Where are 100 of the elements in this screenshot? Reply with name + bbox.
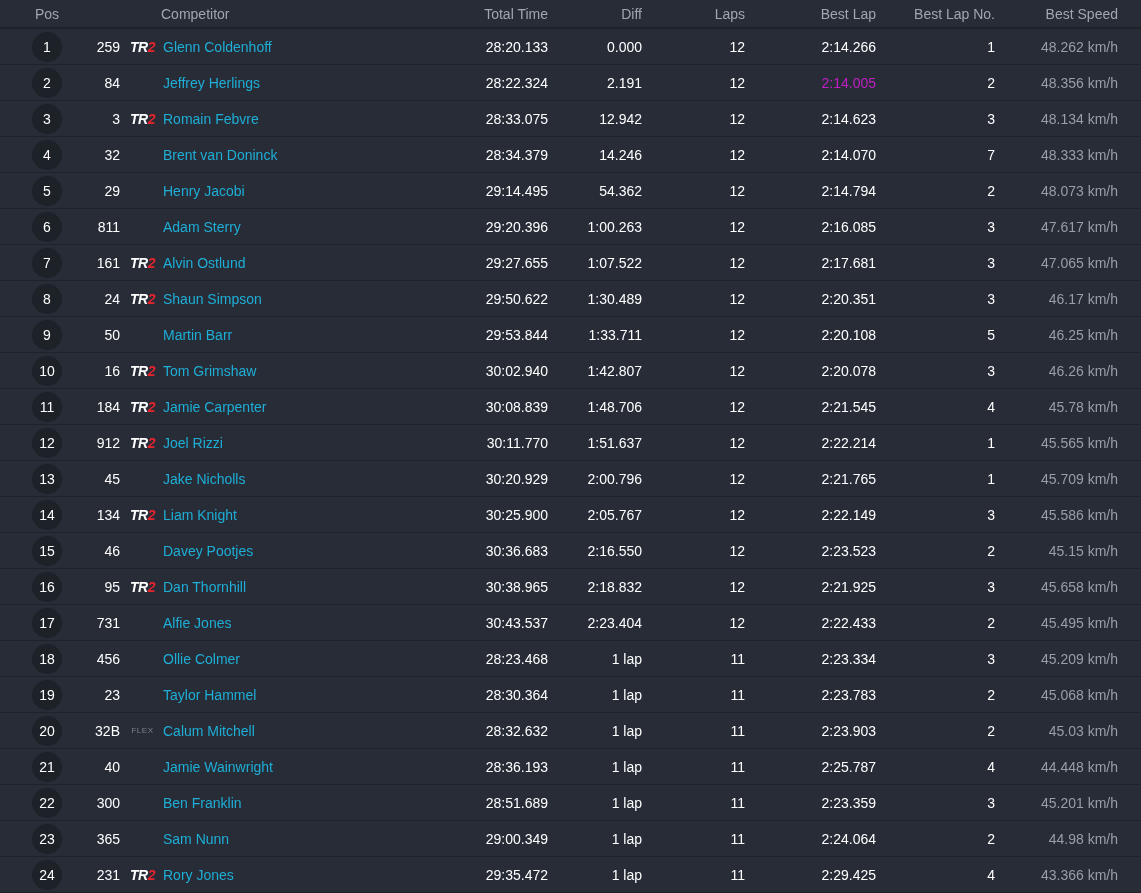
table-cell: 2:23.903 <box>821 722 876 739</box>
table-cell: 12 <box>729 146 745 163</box>
competitor-link[interactable]: Jamie Wainwright <box>163 758 273 775</box>
rider-number: 811 <box>97 218 120 235</box>
rider-number: 912 <box>96 434 120 451</box>
rider-number: 32B <box>95 722 120 739</box>
table-cell: 46.26 km/h <box>1048 362 1118 379</box>
table-cell: 12 <box>729 470 745 487</box>
table-cell: 1 <box>987 38 995 55</box>
column-header: Diff <box>621 5 642 22</box>
position-badge: 16 <box>32 571 62 602</box>
position-badge: 10 <box>32 355 62 386</box>
competitor-link[interactable]: Joel Rizzi <box>163 434 223 451</box>
table-cell: 1:51.637 <box>587 434 642 451</box>
table-cell: 4 <box>987 398 995 415</box>
table-cell: 3 <box>987 794 995 811</box>
class-tag: FLEX <box>131 726 154 735</box>
table-cell: 2:20.108 <box>821 326 876 343</box>
table-cell: 44.98 km/h <box>1048 830 1118 847</box>
class-logo: TR2 <box>130 578 155 595</box>
competitor-link[interactable]: Martin Barr <box>163 326 233 343</box>
table-cell: 2:14.794 <box>821 182 876 199</box>
position-badge: 6 <box>32 211 62 242</box>
competitor-link[interactable]: Adam Sterry <box>163 218 241 235</box>
table-cell: 29:53.844 <box>485 326 548 343</box>
competitor-link[interactable]: Rory Jones <box>163 866 234 883</box>
position-badge: 1 <box>32 31 62 62</box>
position-badge: 20 <box>32 715 62 746</box>
competitor-link[interactable]: Brent van Doninck <box>163 146 278 163</box>
rider-number: 161 <box>96 254 120 271</box>
competitor-link[interactable]: Ollie Colmer <box>163 650 240 667</box>
competitor-link[interactable]: Ben Franklin <box>163 794 242 811</box>
competitor-link[interactable]: Jake Nicholls <box>163 470 246 487</box>
competitor-link[interactable]: Liam Knight <box>163 506 237 523</box>
table-cell: 1 lap <box>611 722 642 739</box>
table-cell: 2:23.783 <box>821 686 876 703</box>
competitor-link[interactable]: Sam Nunn <box>163 830 230 847</box>
table-cell: 2:20.078 <box>821 362 876 379</box>
table-cell: 47.617 km/h <box>1040 218 1118 235</box>
table-cell: 3 <box>987 110 995 127</box>
table-cell: 30:38.965 <box>485 578 548 595</box>
table-cell: 2:21.925 <box>821 578 876 595</box>
position-badge: 2 <box>32 67 62 98</box>
table-cell: 12 <box>729 614 745 631</box>
rider-number: 32 <box>104 146 120 163</box>
rider-number: 259 <box>96 38 120 55</box>
rider-number: 731 <box>96 614 120 631</box>
rider-number: 45 <box>104 470 120 487</box>
competitor-link[interactable]: Henry Jacobi <box>163 182 245 199</box>
table-cell: 1 lap <box>611 866 642 883</box>
table-cell: 30:08.839 <box>485 398 548 415</box>
table-cell: 2:14.266 <box>821 38 876 55</box>
rider-number: 231 <box>96 866 120 883</box>
table-cell: 11 <box>730 722 745 739</box>
table-cell: 2:14.070 <box>821 146 876 163</box>
table-cell: 2 <box>987 542 995 559</box>
position-badge: 21 <box>32 751 62 782</box>
rider-number: 95 <box>104 578 120 595</box>
table-cell: 1:30.489 <box>587 290 642 307</box>
table-cell: 48.333 km/h <box>1040 146 1118 163</box>
competitor-link[interactable]: Davey Pootjes <box>163 542 254 559</box>
competitor-link[interactable]: Taylor Hammel <box>163 686 257 703</box>
table-cell: 3 <box>987 290 995 307</box>
competitor-link[interactable]: Calum Mitchell <box>163 722 255 739</box>
competitor-link[interactable]: Alfie Jones <box>163 614 232 631</box>
class-logo: TR2 <box>130 254 155 271</box>
table-cell: 43.366 km/h <box>1040 866 1118 883</box>
rider-number: 300 <box>96 794 120 811</box>
rider-number: 3 <box>112 110 120 127</box>
table-cell: 2:16.085 <box>821 218 876 235</box>
table-cell: 2:05.767 <box>587 506 642 523</box>
table-cell: 28:30.364 <box>485 686 548 703</box>
table-cell: 2:23.523 <box>821 542 876 559</box>
competitor-link[interactable]: Glenn Coldenhoff <box>163 38 272 55</box>
competitor-link[interactable]: Alvin Ostlund <box>163 254 246 271</box>
rider-number: 16 <box>104 362 120 379</box>
table-cell: 45.495 km/h <box>1040 614 1118 631</box>
table-cell: 0.000 <box>606 38 642 55</box>
competitor-link[interactable]: Dan Thornhill <box>163 578 246 595</box>
class-logo: TR2 <box>130 866 155 883</box>
table-cell: 1 <box>987 470 995 487</box>
position-badge: 24 <box>32 859 62 890</box>
column-header: Best Speed <box>1045 5 1118 22</box>
table-cell: 2:18.832 <box>587 578 642 595</box>
competitor-link[interactable]: Romain Febvre <box>163 110 259 127</box>
competitor-link[interactable]: Jeffrey Herlings <box>163 74 260 91</box>
position-badge: 11 <box>32 391 62 422</box>
table-cell: 3 <box>987 650 995 667</box>
table-cell: 2:14.005 <box>821 74 876 91</box>
table-cell: 12 <box>729 326 745 343</box>
table-cell: 45.03 km/h <box>1048 722 1118 739</box>
competitor-link[interactable]: Shaun Simpson <box>163 290 262 307</box>
table-cell: 45.586 km/h <box>1040 506 1118 523</box>
rider-number: 50 <box>104 326 120 343</box>
position-badge: 19 <box>32 679 62 710</box>
competitor-link[interactable]: Tom Grimshaw <box>163 362 257 379</box>
table-cell: 28:32.632 <box>485 722 548 739</box>
competitor-link[interactable]: Jamie Carpenter <box>163 398 267 415</box>
table-cell: 1 lap <box>611 794 642 811</box>
table-cell: 46.17 km/h <box>1048 290 1118 307</box>
